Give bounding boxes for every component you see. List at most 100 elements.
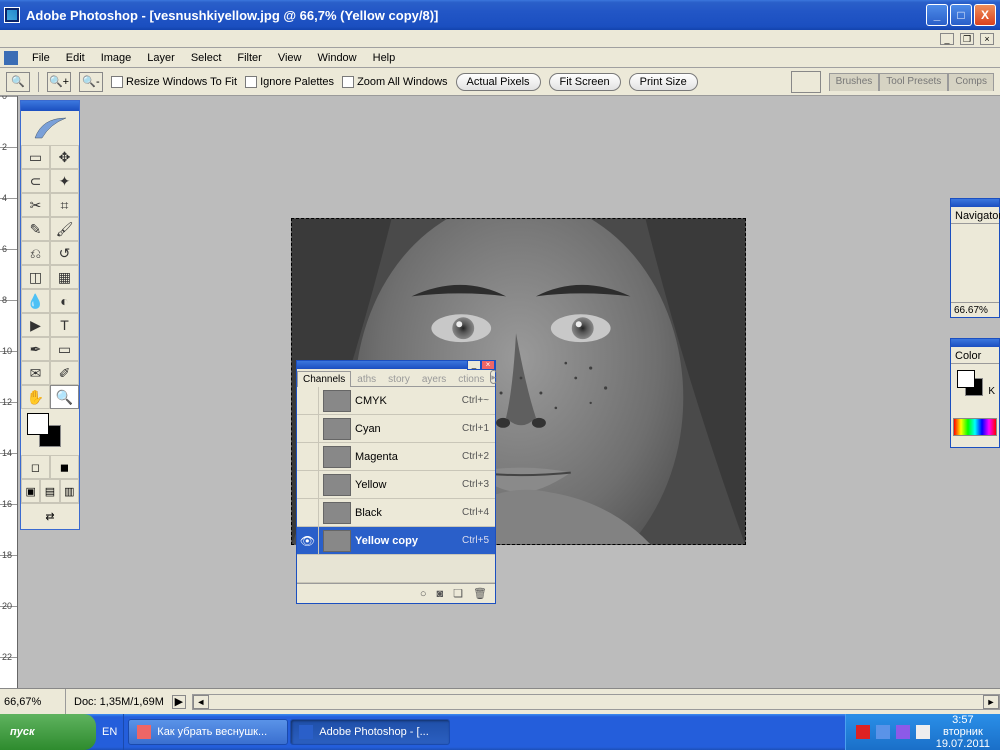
document-icon[interactable] [4,51,18,65]
channel-row[interactable]: CMYKCtrl+~ [297,387,495,415]
menu-image[interactable]: Image [93,50,140,66]
horizontal-scrollbar[interactable]: ◄ ► [192,694,1000,710]
dodge-tool[interactable]: ◐ [50,289,79,313]
tray-icon-2[interactable] [896,725,910,739]
tab-navigator[interactable]: Navigator [951,209,1000,223]
delete-channel-icon[interactable]: 🗑 [473,587,487,600]
blur-tool[interactable]: 💧 [21,289,50,313]
panel-minimize-button[interactable]: _ [467,360,481,370]
color-swatches[interactable] [21,409,79,455]
toolbox[interactable]: ▭ ✥ ⊂ ✦ ✂ ⌗ ✎ 🖌 ⎌ ↺ ◫ ▦ 💧 ◐ ▶ T ✒ ▭ ✉ ✐ … [20,100,80,530]
lasso-tool[interactable]: ⊂ [21,169,50,193]
zoom-in-icon[interactable]: 🔍+ [47,72,71,92]
channel-row[interactable]: MagentaCtrl+2 [297,443,495,471]
resize-windows-checkbox[interactable]: Resize Windows To Fit [111,76,237,88]
tray-icon-3[interactable] [916,725,930,739]
navigator-titlebar[interactable] [951,199,999,207]
tray-clock[interactable]: 3:57 вторник 19.07.2011 [936,714,990,750]
palette-tab-tool-presets[interactable]: Tool Presets [879,73,948,91]
menu-select[interactable]: Select [183,50,230,66]
panel-titlebar[interactable]: _ × [297,361,495,369]
slice-tool[interactable]: ⌗ [50,193,79,217]
marquee-tool[interactable]: ▭ [21,145,50,169]
tab-color[interactable]: Color [951,349,985,363]
fit-screen-button[interactable]: Fit Screen [549,73,621,91]
navigator-zoom-value[interactable]: 66.67% [951,302,999,318]
status-menu-button[interactable]: ▶ [172,695,186,709]
visibility-toggle-icon[interactable] [297,387,319,414]
channel-thumbnail[interactable] [323,446,351,468]
gradient-tool[interactable]: ▦ [50,265,79,289]
window-minimize-button[interactable]: _ [926,4,948,26]
healing-brush-tool[interactable]: ✎ [21,217,50,241]
color-fg-swatch[interactable] [957,370,975,388]
canvas-stage[interactable] [18,96,1000,688]
magic-wand-tool[interactable]: ✦ [50,169,79,193]
tab-layers[interactable]: ayers [416,371,452,387]
jump-to-imageready-button[interactable]: ⇄ [21,503,79,529]
history-brush-tool[interactable]: ↺ [50,241,79,265]
window-maximize-button[interactable]: □ [950,4,972,26]
scroll-right-button[interactable]: ► [983,695,999,709]
move-tool[interactable]: ✥ [50,145,79,169]
notes-tool[interactable]: ✉ [21,361,50,385]
color-panel[interactable]: Color K [950,338,1000,448]
channel-thumbnail[interactable] [323,502,351,524]
channel-thumbnail[interactable] [323,418,351,440]
mdi-restore-button[interactable]: ❐ [960,33,974,45]
color-titlebar[interactable] [951,339,999,347]
pen-tool[interactable]: ✒ [21,337,50,361]
zoom-out-icon[interactable]: 🔍- [79,72,103,92]
channel-thumbnail[interactable] [323,474,351,496]
clone-stamp-tool[interactable]: ⎌ [21,241,50,265]
foreground-color-swatch[interactable] [27,413,49,435]
visibility-toggle-icon[interactable] [297,415,319,442]
zoom-all-checkbox[interactable]: Zoom All Windows [342,76,447,88]
mdi-minimize-button[interactable]: _ [940,33,954,45]
load-selection-icon[interactable]: ○ [420,588,427,600]
actual-pixels-button[interactable]: Actual Pixels [456,73,541,91]
scroll-left-button[interactable]: ◄ [193,695,209,709]
menu-file[interactable]: File [24,50,58,66]
zoom-tool[interactable]: 🔍 [50,385,79,409]
screen-mode-full-menubar[interactable]: ▤ [40,479,59,503]
screen-mode-full[interactable]: ▥ [60,479,79,503]
brush-tool[interactable]: 🖌 [50,217,79,241]
tray-kaspersky-icon[interactable] [856,725,870,739]
hand-tool[interactable]: ✋ [21,385,50,409]
zoom-tool-icon[interactable]: 🔍 [6,72,30,92]
menu-window[interactable]: Window [310,50,365,66]
tab-actions[interactable]: ctions [452,371,490,387]
standard-mode-button[interactable]: ◻ [21,455,50,479]
palette-well-icon[interactable] [791,71,821,93]
visibility-toggle-icon[interactable] [297,471,319,498]
path-selection-tool[interactable]: ▶ [21,313,50,337]
crop-tool[interactable]: ✂ [21,193,50,217]
type-tool[interactable]: T [50,313,79,337]
panel-close-button[interactable]: × [481,360,495,370]
taskbar-button[interactable]: Adobe Photoshop - [... [290,719,450,745]
menu-help[interactable]: Help [365,50,404,66]
taskbar-button[interactable]: Как убрать веснушк... [128,719,288,745]
navigator-panel[interactable]: Navigator 66.67% [950,198,1000,318]
visibility-toggle-icon[interactable]: 👁 [297,527,319,554]
visibility-toggle-icon[interactable] [297,443,319,470]
eyedropper-tool[interactable]: ✐ [50,361,79,385]
channel-row[interactable]: YellowCtrl+3 [297,471,495,499]
menu-layer[interactable]: Layer [139,50,183,66]
palette-tab-comps[interactable]: Comps [948,73,994,91]
eraser-tool[interactable]: ◫ [21,265,50,289]
menu-filter[interactable]: Filter [229,50,269,66]
color-ramp[interactable] [953,418,997,436]
window-close-button[interactable]: X [974,4,996,26]
tab-paths[interactable]: aths [351,371,382,387]
system-tray[interactable]: 3:57 вторник 19.07.2011 [845,714,1000,750]
visibility-toggle-icon[interactable] [297,499,319,526]
tray-icon-1[interactable] [876,725,890,739]
channel-thumbnail[interactable] [323,530,351,552]
channel-row[interactable]: BlackCtrl+4 [297,499,495,527]
panel-menu-button[interactable]: ▸ [490,370,497,384]
shape-tool[interactable]: ▭ [50,337,79,361]
mdi-close-button[interactable]: × [980,33,994,45]
menu-view[interactable]: View [270,50,310,66]
